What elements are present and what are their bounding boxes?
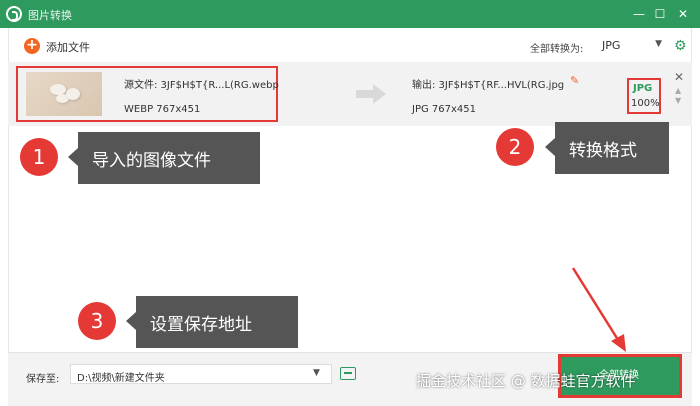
red-pointer-arrow	[571, 267, 626, 352]
folder-icon[interactable]	[340, 367, 356, 380]
save-to-label: 保存至:	[26, 374, 60, 385]
watermark: 掘金技术社区 @ 数据蛙官方软件	[416, 372, 636, 390]
save-path-value: D:\视频\新建文件夹	[77, 373, 165, 384]
chevron-down-icon[interactable]: ▼	[313, 368, 320, 378]
save-path-input[interactable]: D:\视频\新建文件夹	[70, 364, 332, 384]
